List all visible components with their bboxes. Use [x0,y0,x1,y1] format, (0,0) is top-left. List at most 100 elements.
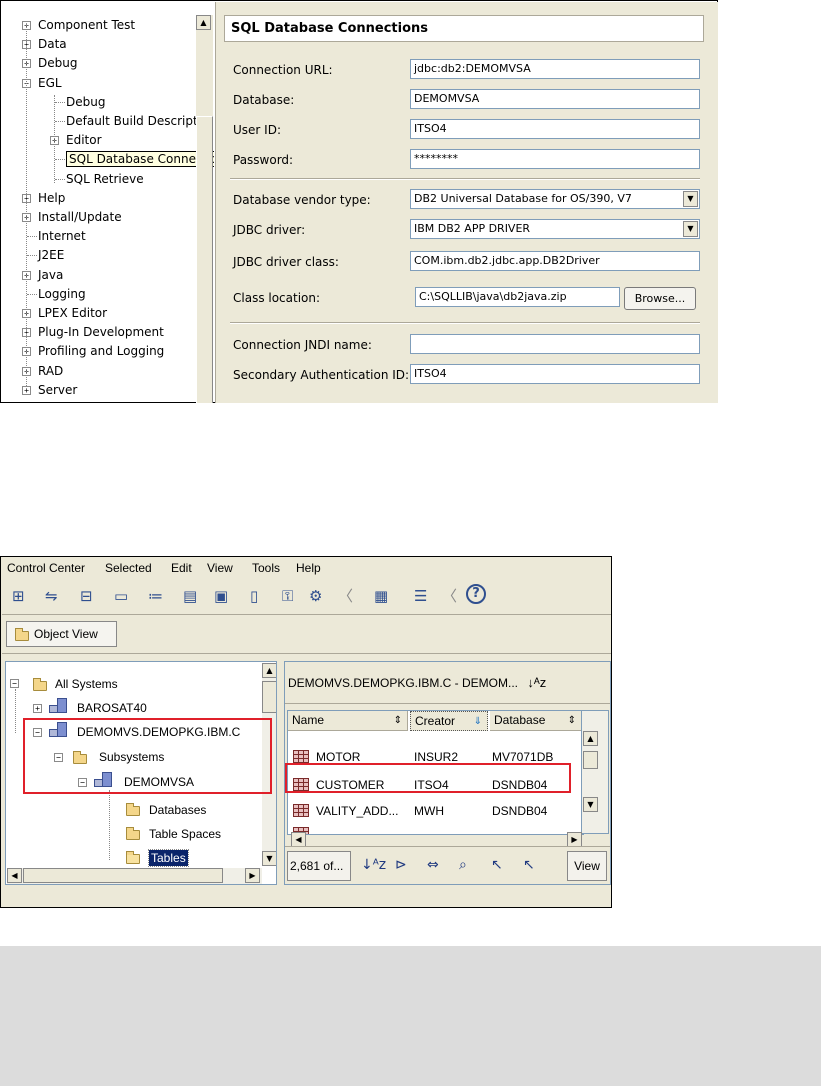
pane-splitter[interactable] [215,2,223,403]
task-center-icon[interactable]: ≔ [148,587,163,605]
column-header-creator[interactable]: Creator ⇓ [410,711,488,731]
deselect-all-icon[interactable]: ↖ [523,857,535,873]
column-header-name[interactable]: Name ⇕ [288,711,408,731]
health-center-icon[interactable]: ▣ [214,587,228,605]
object-tree-icon[interactable]: ⊞ [12,587,25,605]
content-manager-icon[interactable]: ▦ [374,587,388,605]
tree-item[interactable]: Component Test [38,16,135,35]
table-vertical-scrollbar[interactable]: ▲ ▼ [581,710,609,834]
sort-az-icon[interactable]: ↓ᴬz [361,857,386,873]
tree-item[interactable]: SQL Database Connections [66,150,214,169]
jdbc-driver-select[interactable]: IBM DB2 APP DRIVER ▼ [410,219,700,239]
replication-center-icon[interactable]: ⇋ [45,587,58,605]
menu-control-center[interactable]: Control Center [7,561,85,575]
collapse-icon[interactable]: − [10,679,19,688]
class-location-label: Class location: [233,291,321,305]
license-center-icon[interactable]: ⚿ [282,587,293,605]
sort-az-icon[interactable]: ↓ᴬz [527,675,546,690]
jndi-field[interactable] [410,334,700,354]
scroll-right-arrow-icon[interactable]: ▶ [245,868,260,883]
password-field[interactable]: ******** [410,149,700,169]
dropdown-arrow-icon[interactable]: ▼ [683,191,698,207]
scroll-left-arrow-icon[interactable]: ◀ [291,832,306,847]
tree-item[interactable]: Java [38,266,63,285]
table-row[interactable]: VALITY_ADD... MWH DSNDB04 [288,801,582,821]
browse-button[interactable]: Browse... [624,287,696,310]
find-icon[interactable]: ⌕ [459,857,467,873]
scroll-up-arrow-icon[interactable]: ▲ [196,15,211,30]
tree-item[interactable]: LPEX Editor [38,304,107,323]
scroll-down-arrow-icon[interactable]: ▼ [262,851,276,866]
tree-item[interactable]: Default Build Descriptor [66,112,210,131]
tree-item[interactable]: SQL Retrieve [66,170,144,189]
help-icon[interactable]: ? [466,584,486,604]
separator-chevron-icon: 〈 [338,587,354,605]
tree-item[interactable]: Debug [66,93,105,112]
user-id-field[interactable]: ITSO4 [410,119,700,139]
scroll-thumb[interactable] [262,681,276,713]
database-field[interactable]: DEMOMVSA [410,89,700,109]
table-horizontal-scrollbar[interactable] [287,834,583,844]
tree-item-tables[interactable]: Tables [148,849,189,867]
scroll-right-arrow-icon[interactable]: ▶ [567,832,582,847]
tree-item[interactable]: RAD [38,362,63,381]
satellite-admin-icon[interactable]: ⊟ [80,587,93,605]
menu-tools[interactable]: Tools [252,561,280,575]
driver-class-field[interactable]: COM.ibm.db2.jdbc.app.DB2Driver [410,251,700,271]
menu-view[interactable]: View [207,561,233,575]
connection-url-field[interactable]: jdbc:db2:DEMOMVSA [410,59,700,79]
tree-item[interactable]: Data [38,35,67,54]
row-count-button[interactable]: 2,681 of... [287,851,351,881]
menu-selected[interactable]: Selected [105,561,152,575]
jdbc-driver-label: JDBC driver: [233,223,306,237]
tree-item[interactable]: Install/Update [38,208,122,227]
tree-item[interactable]: Plug-In Development [38,323,164,342]
tree-item[interactable]: Server [38,381,77,400]
legend-icon[interactable]: ☰ [414,587,427,605]
column-header-database[interactable]: Database ⇕ [490,711,582,731]
object-view-label: Object View [34,627,98,641]
class-location-field[interactable]: C:\SQLLIB\java\db2java.zip [415,287,620,307]
vendor-select[interactable]: DB2 Universal Database for OS/390, V7 ▼ [410,189,700,209]
select-all-icon[interactable]: ↖ [491,857,503,873]
tree-item[interactable]: Logging [38,285,86,304]
tree-item-barosat40[interactable]: BAROSAT40 [77,700,147,716]
tree-item[interactable]: EGL [38,74,62,93]
scroll-left-arrow-icon[interactable]: ◀ [7,868,22,883]
tree-horizontal-scrollbar[interactable]: ◀ ▶ [7,868,262,884]
tools-settings-icon[interactable]: ⚙ [309,587,322,605]
customize-columns-icon[interactable]: ⇔ [427,857,439,873]
scroll-thumb[interactable] [23,868,223,883]
divider [230,178,700,180]
secondary-auth-field[interactable]: ITSO4 [410,364,700,384]
tree-item[interactable]: J2EE [38,246,64,265]
tree-item[interactable]: Help [38,189,65,208]
menu-help[interactable]: Help [296,561,321,575]
folder-icon [33,678,47,691]
dropdown-arrow-icon[interactable]: ▼ [683,221,698,237]
tree-item[interactable]: Editor [66,131,102,150]
tree-item[interactable]: Profiling and Logging [38,342,164,361]
tree-item-databases[interactable]: Databases [149,802,206,818]
jndi-label: Connection JNDI name: [233,338,372,352]
tree-item[interactable]: Internet [38,227,86,246]
object-view-button[interactable]: Object View [6,621,117,647]
filter-icon[interactable]: ⊳ [395,857,407,873]
tree-item-table-spaces[interactable]: Table Spaces [149,826,221,842]
menu-edit[interactable]: Edit [171,561,192,575]
expand-icon[interactable]: + [22,385,31,395]
scroll-down-arrow-icon[interactable]: ▼ [583,797,598,812]
tree-item[interactable]: Debug [38,54,77,73]
expand-icon[interactable]: + [33,704,42,713]
journal-icon[interactable]: ▤ [183,587,197,605]
scroll-up-arrow-icon[interactable]: ▲ [262,663,276,678]
highlight-box [23,718,272,794]
tree-item-all-systems[interactable]: All Systems [55,676,118,692]
note-box [0,946,821,1086]
command-editor-icon[interactable]: ▭ [114,587,128,605]
scroll-thumb[interactable] [583,751,598,769]
view-button[interactable]: View [567,851,607,881]
information-catalog-icon[interactable]: ▯ [250,587,258,605]
tree-scroll-thumb[interactable] [196,116,213,403]
scroll-up-arrow-icon[interactable]: ▲ [583,731,598,746]
